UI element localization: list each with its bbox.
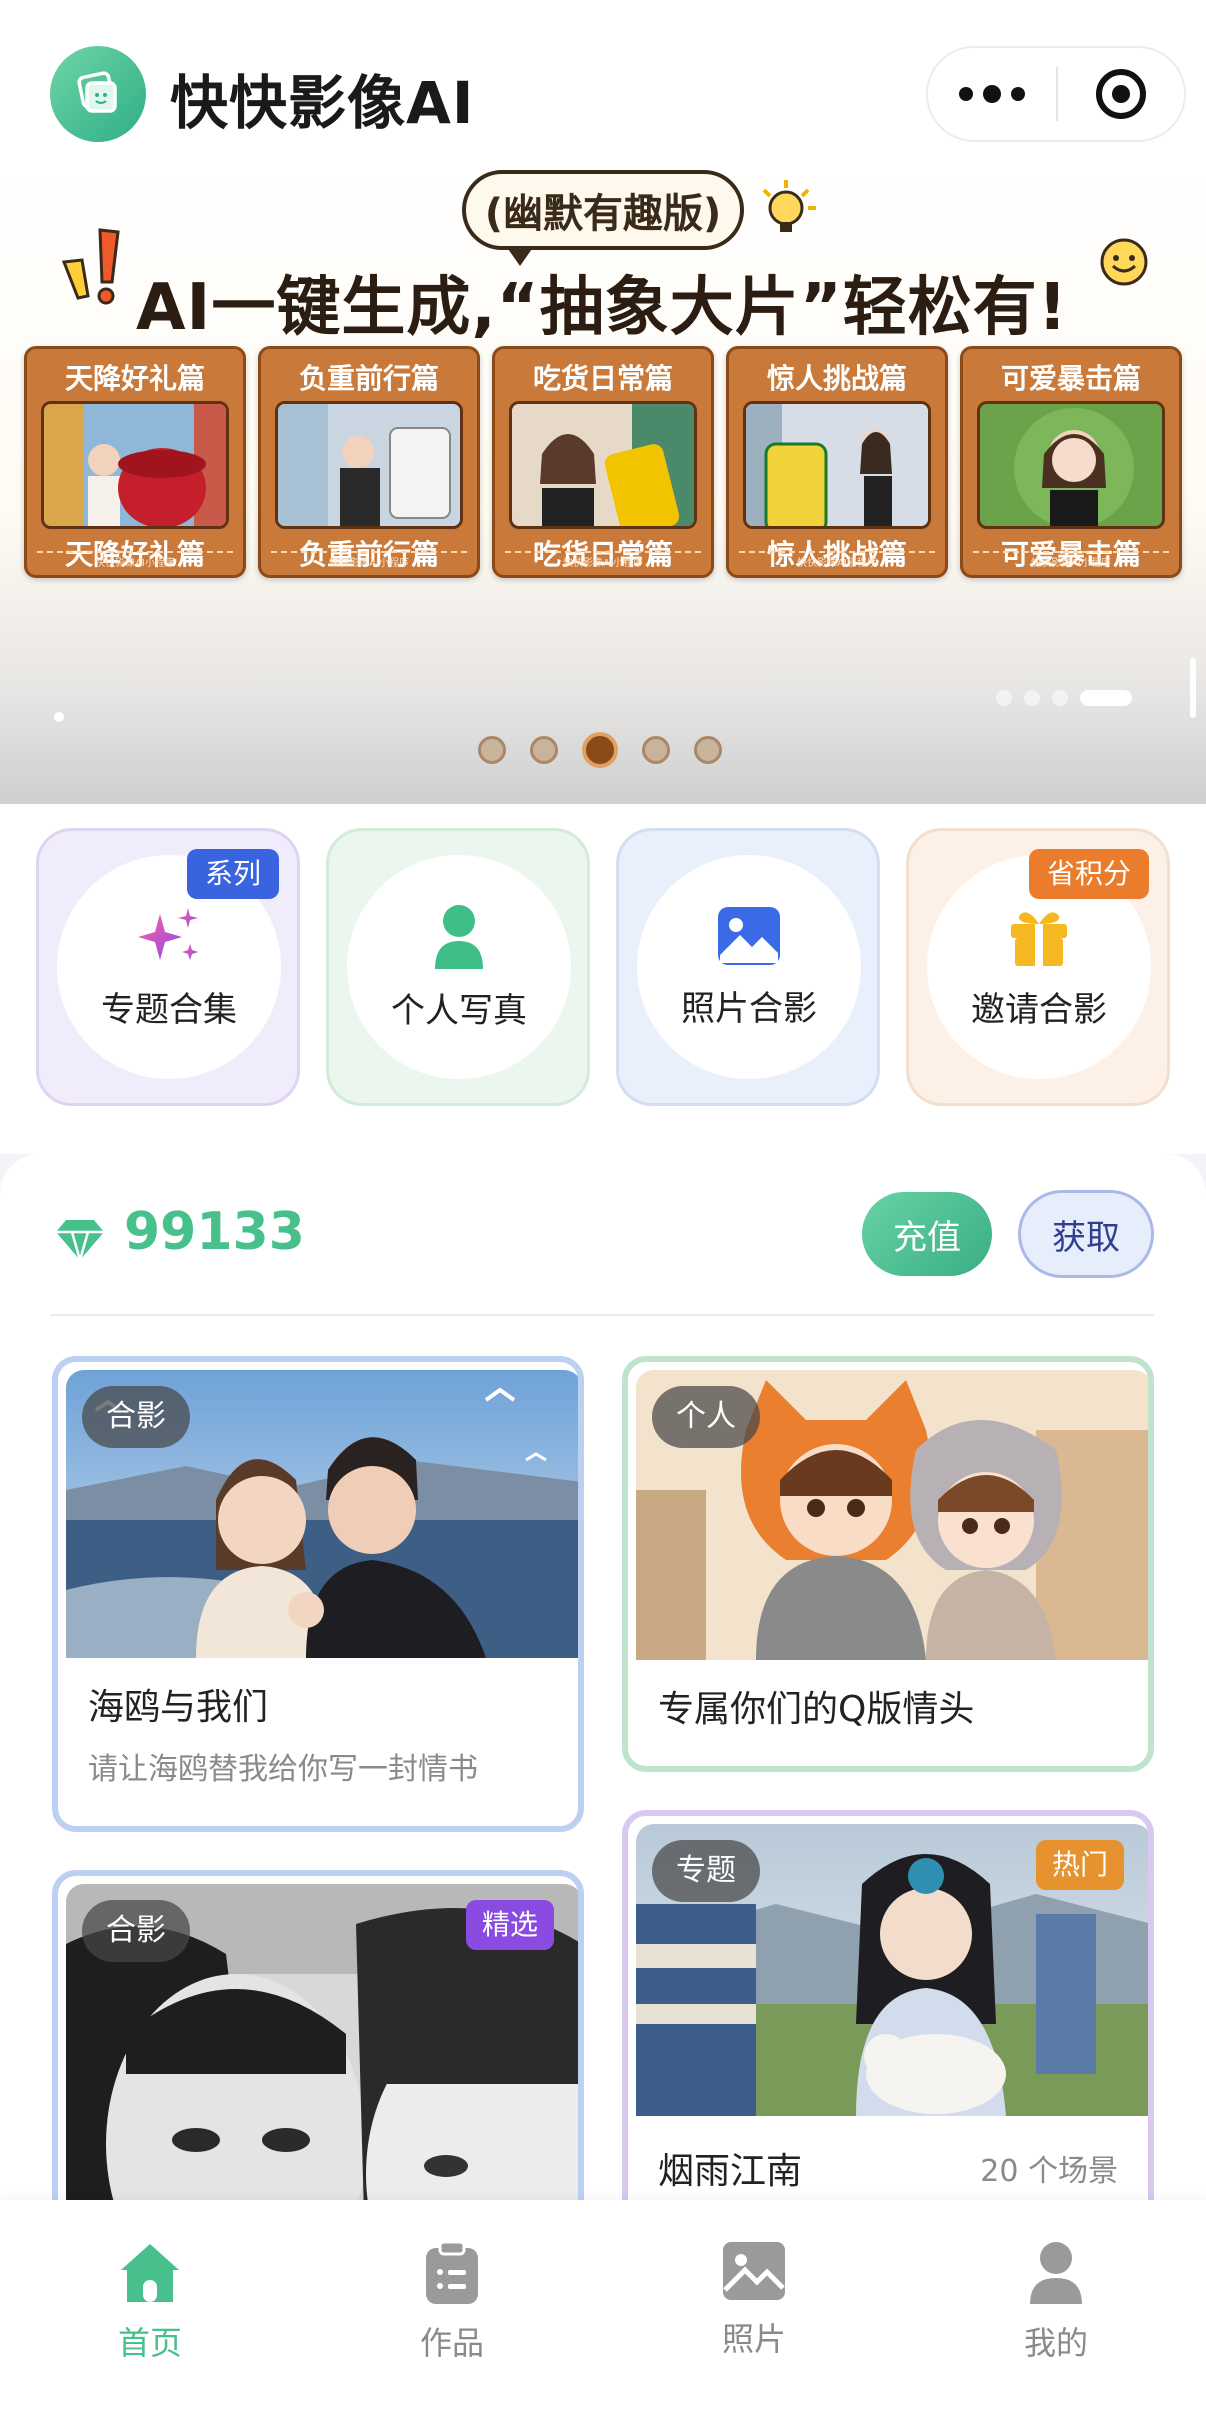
- banner-card[interactable]: 吃货日常篇 吃货日常篇 快快影像AI小程序: [492, 346, 714, 578]
- person-icon: [435, 904, 483, 969]
- exclamation-icon: [61, 228, 120, 305]
- tab-works[interactable]: 作品: [352, 2240, 552, 2364]
- quick-action-label: 专题合集: [101, 989, 237, 1030]
- badge-featured: 精选: [465, 1900, 554, 1950]
- card-watermark: 快快影像AI小程序: [797, 558, 877, 569]
- template-subtitle: 请让海鸥替我给你写一封情书: [88, 1752, 478, 1787]
- pager-dot[interactable]: [478, 736, 506, 764]
- quick-action-invite[interactable]: 邀请合影 省积分: [906, 828, 1170, 1106]
- banner-pager: [478, 732, 722, 768]
- card-watermark: 快快影像AI小程序: [1031, 558, 1111, 569]
- card-title: 吃货日常篇: [532, 362, 673, 395]
- template-card[interactable]: 合影 海鸥与我们 请让海鸥替我给你写一封情书: [52, 1356, 584, 1832]
- quick-action-group-photo[interactable]: 照片合影: [616, 828, 880, 1106]
- tag-topic: 专题: [652, 1840, 760, 1902]
- tab-mine[interactable]: 我的: [956, 2240, 1156, 2364]
- mini-program-capsule: [926, 46, 1186, 142]
- template-title: 海鸥与我们: [88, 1687, 269, 1728]
- badge-series: 系列: [186, 849, 279, 899]
- badge-hot: 热门: [1035, 1840, 1124, 1890]
- banner-bubble: (幽默有趣版): [462, 170, 744, 266]
- scrollbar[interactable]: [1190, 658, 1196, 718]
- nav-header: 快快影像AI: [0, 0, 1206, 160]
- app-title: 快快影像AI: [170, 69, 475, 137]
- card-watermark: 快快影像AI小程序: [95, 558, 175, 569]
- pager-dot[interactable]: [642, 736, 670, 764]
- banner-headline: AI一键生成,“抽象大片”轻松有!: [136, 271, 1068, 345]
- banner-card[interactable]: 负重前行篇 负重前行篇 快快影像AI小程序: [258, 346, 480, 578]
- inner-carousel-indicator: [996, 690, 1132, 706]
- template-card[interactable]: 个人 专属你们的Q版情头: [622, 1356, 1154, 1772]
- smiley-icon: [1100, 238, 1148, 286]
- tag-group: 合影: [82, 1386, 190, 1448]
- card-title: 可爱暴击篇: [1000, 362, 1141, 395]
- banner-cards: 天降好礼篇 天降好礼篇 快快影像AI小程序 负重前行篇 负重前行篇 快快影像AI…: [24, 346, 1184, 578]
- tab-label: 作品: [419, 2324, 484, 2362]
- quick-actions: 专题合集 系列 个人写真 照片合影 邀请合影 省积分: [0, 804, 1206, 1154]
- tab-bar: 首页 作品 照片 我的: [0, 2200, 1206, 2436]
- tab-label: 照片: [721, 2320, 786, 2358]
- quick-action-label: 个人写真: [391, 990, 527, 1031]
- card-photo: [977, 401, 1165, 529]
- user-icon: [1030, 2242, 1082, 2304]
- tab-label: 我的: [1023, 2324, 1088, 2362]
- card-photo: [275, 401, 463, 529]
- banner-card[interactable]: 可爱暴击篇 可爱暴击篇 快快影像AI小程序: [960, 346, 1182, 578]
- points-balance: 99133: [124, 1202, 305, 1262]
- badge-save-points: 省积分: [1028, 849, 1149, 899]
- lightbulb-icon: [762, 180, 816, 232]
- pager-dot[interactable]: [530, 736, 558, 764]
- template-title: 专属你们的Q版情头: [658, 1689, 975, 1730]
- recharge-button[interactable]: 充值: [862, 1192, 992, 1276]
- tag-group: 合影: [82, 1900, 190, 1962]
- clipboard-icon: [426, 2240, 478, 2304]
- more-dots-icon: [959, 87, 973, 101]
- tag-personal: 个人: [652, 1386, 760, 1448]
- quick-action-topics[interactable]: 专题合集 系列: [36, 828, 300, 1106]
- banner-card[interactable]: 天降好礼篇 天降好礼篇 快快影像AI小程序: [24, 346, 246, 578]
- tab-home[interactable]: 首页: [50, 2240, 250, 2364]
- template-title: 烟雨江南: [658, 2151, 803, 2192]
- close-button[interactable]: [1058, 48, 1184, 140]
- card-title: 负重前行篇: [298, 362, 439, 395]
- photo-frame-icon: [77, 71, 117, 113]
- banner-card[interactable]: 惊人挑战篇 惊人挑战篇 快快影像AI小程序: [726, 346, 948, 578]
- inner-indicator-dot: [54, 712, 64, 722]
- home-icon: [121, 2244, 179, 2302]
- quick-action-label: 照片合影: [681, 988, 817, 1029]
- card-photo: [509, 401, 697, 529]
- tab-photos[interactable]: 照片: [654, 2240, 854, 2360]
- card-title: 天降好礼篇: [64, 362, 205, 395]
- record-target-icon: [1096, 69, 1146, 119]
- pager-dot-active[interactable]: [582, 732, 618, 768]
- card-watermark: 快快影像AI小程序: [329, 558, 409, 569]
- gift-icon: [1011, 911, 1067, 966]
- more-button[interactable]: [928, 48, 1056, 140]
- promo-banner[interactable]: (幽默有趣版) AI一键生成,“抽象大片”轻松有! 天降好礼篇 天降好礼篇 快快…: [0, 160, 1206, 804]
- card-photo: [41, 401, 229, 529]
- template-scene-count: 20 个场景: [980, 2154, 1118, 2189]
- quick-action-portrait[interactable]: 个人写真: [326, 828, 590, 1106]
- app-logo: [50, 46, 146, 142]
- sparkles-icon: [138, 907, 198, 960]
- card-photo: [743, 401, 931, 529]
- card-title: 惊人挑战篇: [766, 362, 907, 395]
- picture-icon: [723, 2242, 785, 2300]
- get-points-button[interactable]: 获取: [1018, 1190, 1154, 1278]
- pager-dot[interactable]: [694, 736, 722, 764]
- tab-label: 首页: [117, 2324, 182, 2362]
- card-watermark: 快快影像AI小程序: [563, 558, 643, 569]
- diamond-icon: [56, 1220, 104, 1262]
- quick-action-label: 邀请合影: [971, 989, 1107, 1030]
- image-icon: [718, 906, 780, 965]
